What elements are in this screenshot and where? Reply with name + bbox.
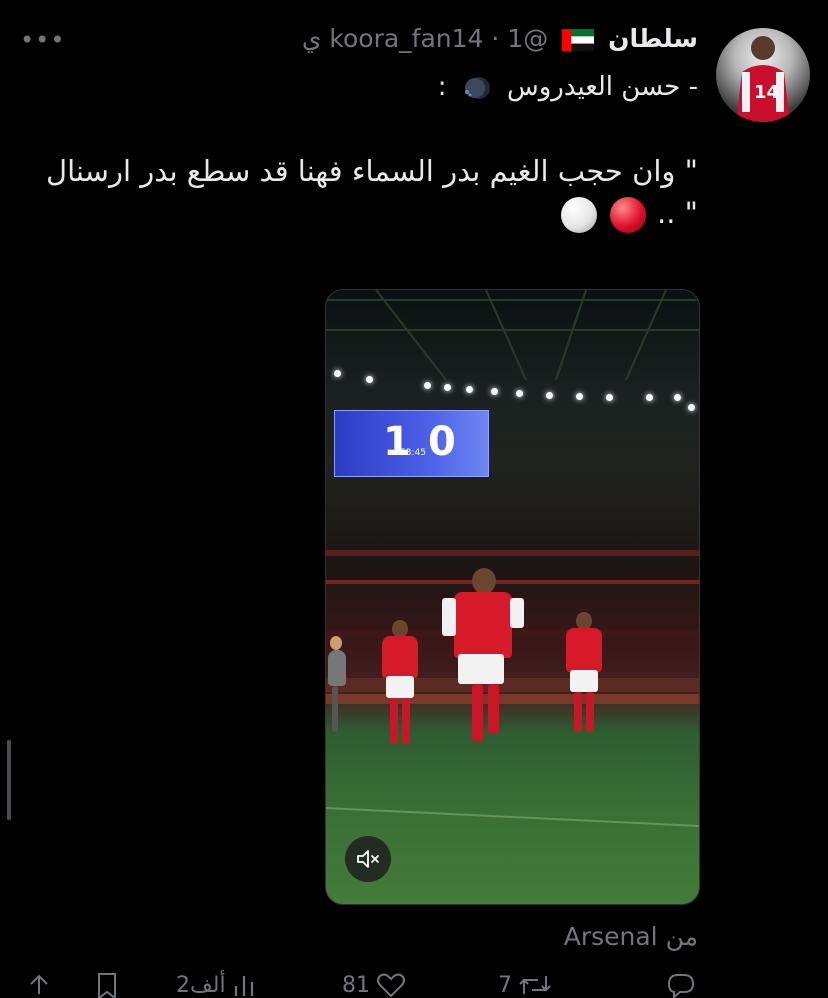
- speaker-muted-icon: [357, 850, 379, 868]
- retweet-icon: [519, 976, 551, 994]
- reply-button[interactable]: [666, 972, 702, 998]
- avatar[interactable]: 14: [716, 28, 810, 122]
- red-circle-icon: [609, 197, 646, 233]
- like-count: 81: [342, 972, 370, 998]
- display-name[interactable]: سلطان: [608, 24, 698, 53]
- bookmark-icon: [98, 973, 116, 998]
- reply-icon: [667, 974, 695, 998]
- floodlight: [674, 394, 681, 401]
- tweet-text: " وان حجب الغيم بدر السماء فهنا قد سطع ب…: [38, 150, 698, 234]
- player-celebrating: [436, 568, 526, 758]
- tweet-line-1: " وان حجب الغيم بدر السماء فهنا قد سطع ب…: [46, 154, 698, 188]
- tweet-video[interactable]: 1 0 53:45: [325, 289, 700, 905]
- white-circle-icon: [560, 197, 597, 233]
- tweet-header: سلطان @koora_fan14 · 1 ي: [302, 24, 698, 53]
- stadium-scoreboard: 1 0 53:45: [334, 410, 489, 477]
- share-button[interactable]: [24, 972, 54, 998]
- player-head: [472, 568, 496, 594]
- player-leg: [390, 698, 398, 744]
- floodlight: [424, 382, 431, 389]
- player-shirt: [382, 636, 418, 678]
- player-leg: [332, 686, 338, 732]
- player-shorts: [458, 654, 504, 684]
- floodlight: [334, 370, 341, 377]
- floodlight: [576, 393, 583, 400]
- moon-cloud-icon: [464, 76, 490, 99]
- avatar-player-image: 14: [736, 36, 790, 122]
- player-head: [330, 636, 342, 650]
- floodlight: [366, 376, 373, 383]
- tweet-line-2-text: " ..: [657, 196, 698, 230]
- retweet-count: 7: [498, 972, 512, 998]
- views-count: 2ألف: [176, 972, 226, 998]
- floodlight: [466, 386, 473, 393]
- scrollbar[interactable]: [7, 740, 11, 820]
- player-leg: [402, 698, 410, 744]
- player-opponent: [326, 636, 348, 736]
- floodlight: [444, 384, 451, 391]
- floodlight: [516, 390, 523, 397]
- subtitle-colon: :: [437, 72, 447, 102]
- bookmark-button[interactable]: [94, 972, 120, 998]
- player-teammate-left: [370, 620, 430, 750]
- player-leg: [574, 692, 582, 732]
- more-options-icon[interactable]: •••: [20, 26, 65, 54]
- separator-dot: ·: [491, 24, 500, 53]
- scoreboard-home-score: 1: [383, 419, 411, 465]
- player-shirt: [328, 650, 346, 686]
- tweet-line-2: " ..: [38, 192, 698, 234]
- floodlight: [606, 394, 613, 401]
- player-shirt: [566, 628, 602, 672]
- heart-icon: [377, 973, 405, 998]
- tweet-subtitle: - حسن العيدروس :: [438, 72, 698, 102]
- floodlight: [491, 388, 498, 395]
- player-sleeve: [442, 598, 456, 636]
- player-shorts: [386, 676, 414, 698]
- player-sleeve: [510, 598, 524, 628]
- player-leg: [472, 684, 483, 742]
- bar-chart-icon: [234, 976, 253, 996]
- player-leg: [586, 692, 594, 732]
- floodlight: [646, 394, 653, 401]
- svg-text:14: 14: [754, 82, 779, 103]
- views-button[interactable]: 2ألف: [176, 972, 260, 998]
- retweet-button[interactable]: 7: [498, 972, 552, 998]
- player-leg: [488, 684, 499, 734]
- floodlight: [546, 392, 553, 399]
- scoreboard-away-score: 0: [428, 419, 456, 465]
- player-teammate-right: [554, 612, 614, 742]
- floodlight: [688, 404, 695, 411]
- stadium-roof: [326, 290, 699, 380]
- subtitle-text: - حسن العيدروس: [506, 72, 698, 102]
- uae-flag-icon: [562, 29, 595, 51]
- share-icon: [30, 974, 48, 994]
- mute-button[interactable]: [345, 836, 391, 882]
- media-source[interactable]: من Arsenal: [564, 922, 698, 951]
- player-shorts: [570, 670, 598, 692]
- player-shirt: [454, 592, 512, 658]
- like-button[interactable]: 81: [342, 972, 406, 998]
- scoreboard-clock: 53:45: [400, 448, 426, 458]
